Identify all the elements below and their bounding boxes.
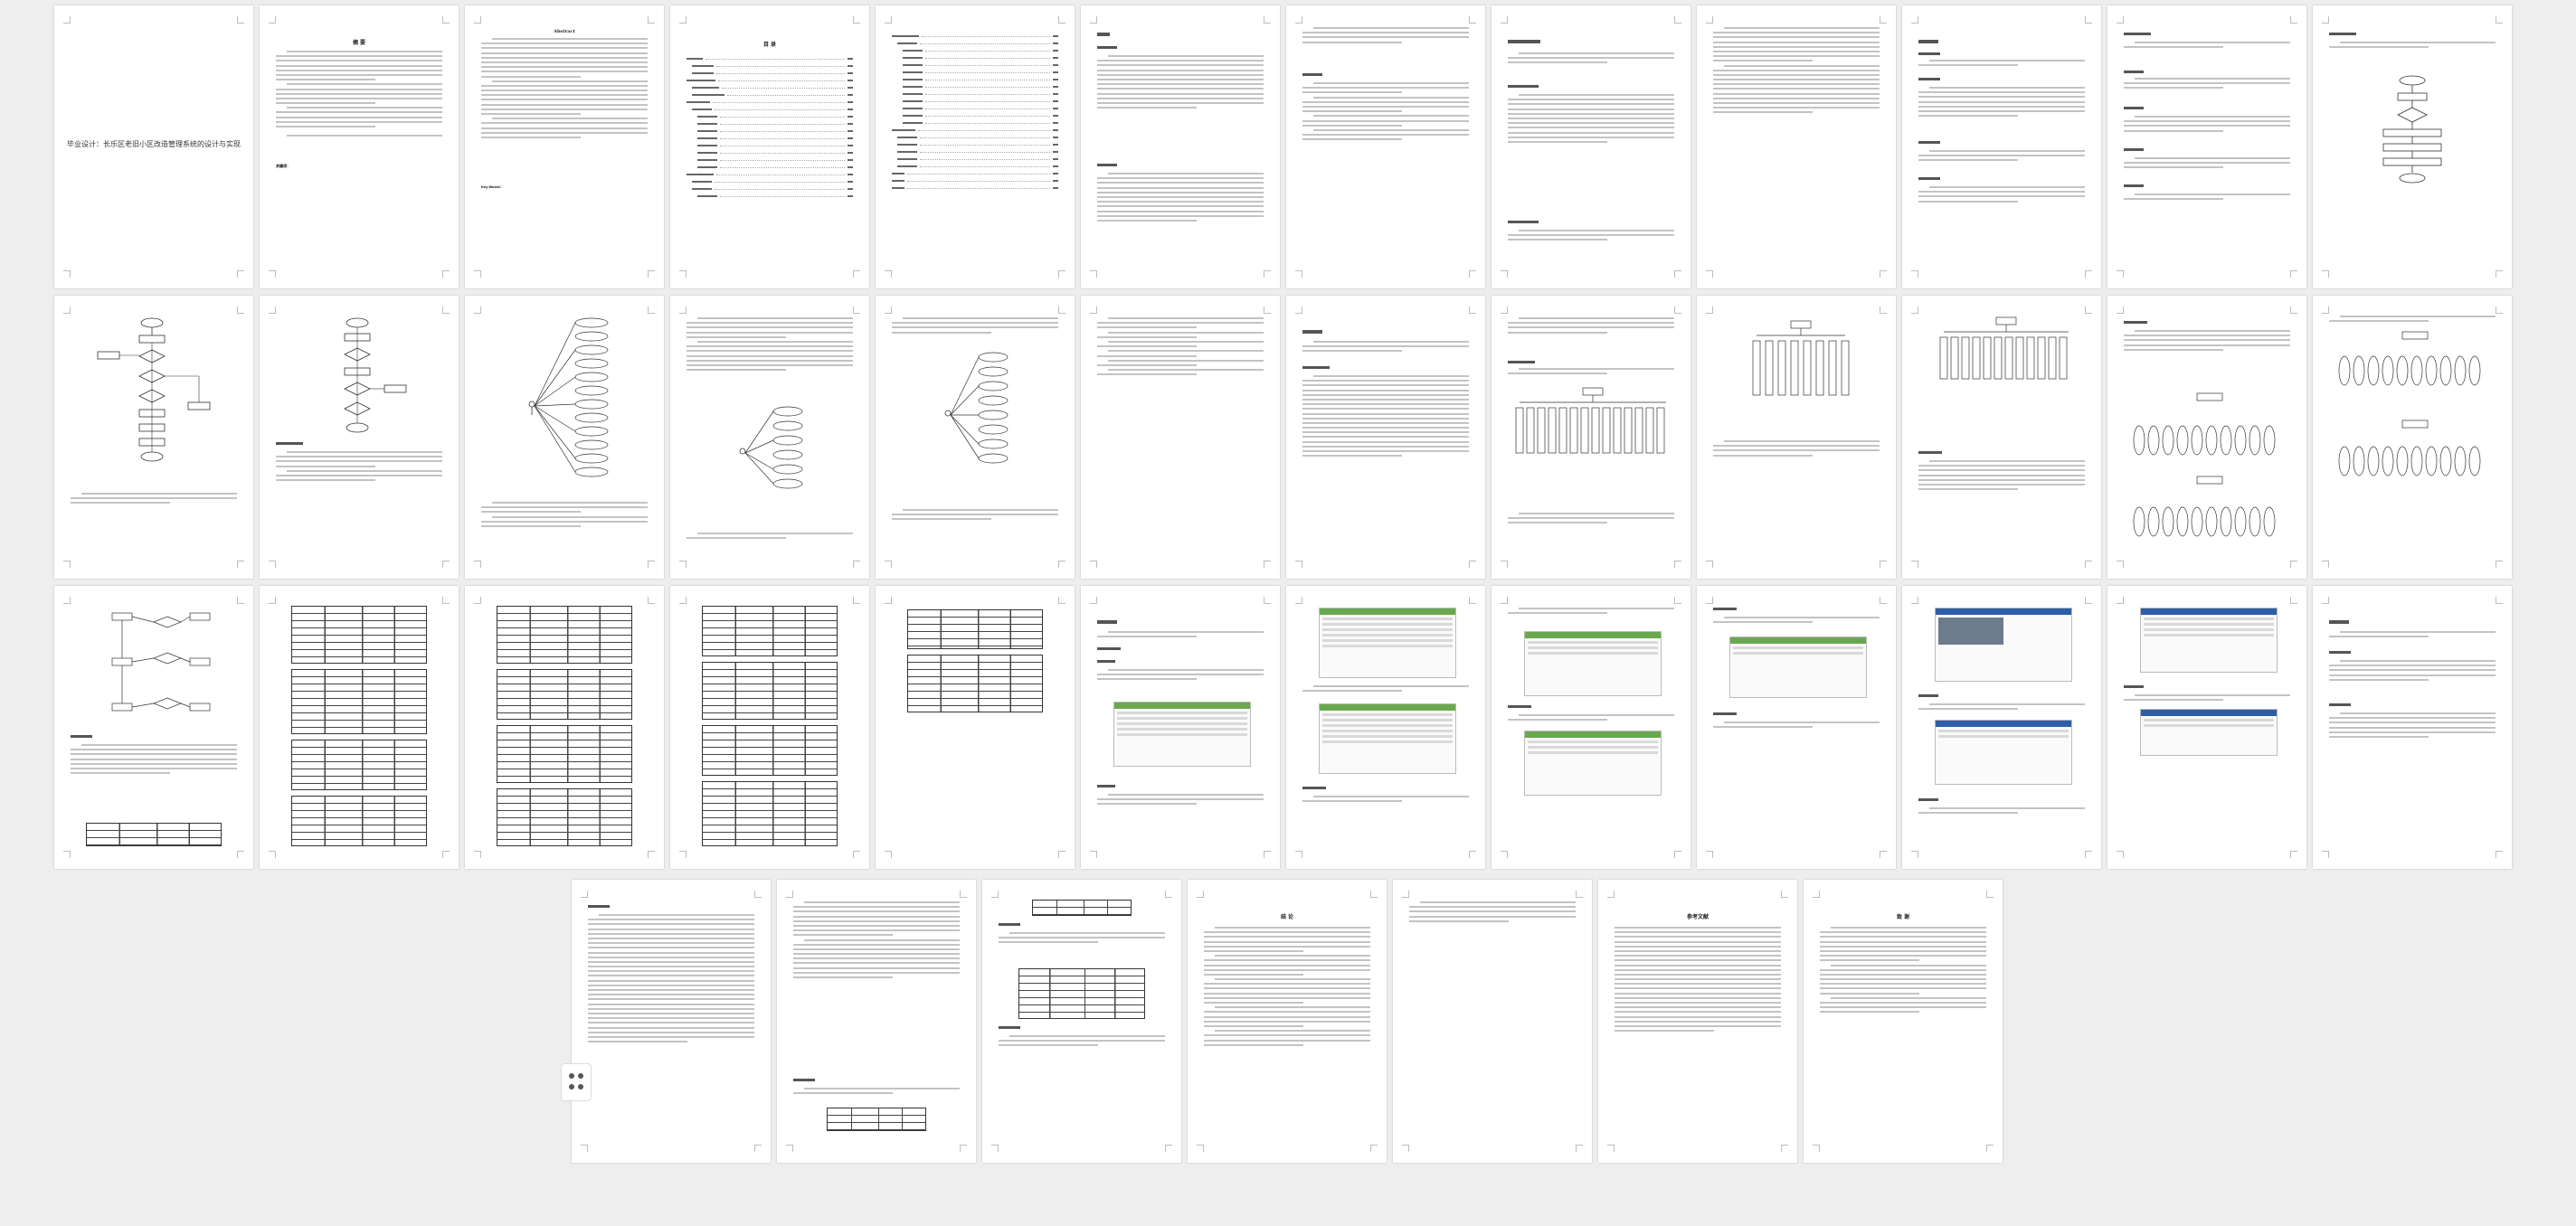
module-tree-figure — [1515, 387, 1666, 454]
page-thumbnail-3[interactable]: Abstract Key Words： — [465, 5, 664, 288]
thanks-title: 致 谢 — [1896, 914, 1910, 920]
page-thumbnail-21[interactable] — [1697, 296, 1896, 579]
er-relationship-figure — [111, 612, 211, 712]
page-thumbnail-27[interactable] — [465, 586, 664, 869]
page-thumbnail-12[interactable] — [2313, 5, 2512, 288]
flowchart-figure — [2382, 75, 2442, 184]
page-thumbnail-35[interactable] — [2107, 586, 2306, 869]
page-thumbnail-18[interactable] — [1081, 296, 1280, 579]
page-thumbnail-toc-1[interactable]: 目 录 — [670, 5, 869, 288]
references-title: 参考文献 — [1686, 914, 1709, 920]
page-thumbnail-23[interactable] — [2107, 296, 2306, 579]
screenshot-figure-2 — [1319, 608, 1456, 678]
page-thumbnail-38[interactable] — [777, 880, 976, 1163]
page-thumbnail-16[interactable] — [670, 296, 869, 579]
usecase-figure — [528, 317, 609, 477]
keywords-cn: 关键词： — [276, 164, 290, 168]
screenshot-figure-9 — [2140, 608, 2278, 673]
screenshot-figure — [1113, 702, 1251, 767]
page-thumbnail-36[interactable] — [2313, 586, 2512, 869]
screenshot-figure-6 — [1729, 637, 1867, 698]
screenshot-figure-8 — [1935, 720, 2072, 785]
page-thumbnail-17[interactable] — [876, 296, 1075, 579]
register-flowchart-figure — [344, 317, 407, 433]
page-thumbnail-8[interactable] — [1492, 5, 1690, 288]
page-thumbnail-10[interactable] — [1902, 5, 2101, 288]
page-thumbnail-29[interactable] — [876, 586, 1075, 869]
usecase-figure-2 — [739, 406, 803, 489]
page-thumbnail-39[interactable] — [982, 880, 1181, 1163]
page-thumbnail-15[interactable] — [465, 296, 664, 579]
screenshot-figure-4 — [1524, 631, 1662, 696]
page-thumbnail-11[interactable] — [2107, 5, 2306, 288]
page-thumbnail-13[interactable] — [54, 296, 253, 579]
page-thumbnail-40[interactable]: 结 论 — [1188, 880, 1387, 1163]
page-thumbnail-32[interactable] — [1492, 586, 1690, 869]
login-flowchart-figure — [97, 317, 211, 462]
page-thumbnail-43[interactable]: 致 谢 — [1804, 880, 2003, 1163]
screenshot-figure-3 — [1319, 703, 1456, 774]
er-diagram-figure — [2133, 392, 2276, 537]
page-thumbnail-toc-2[interactable] — [876, 5, 1075, 288]
page-thumbnail-7[interactable] — [1286, 5, 1485, 288]
page-thumbnail-42[interactable]: 参考文献 — [1598, 880, 1797, 1163]
page-thumbnail-22[interactable] — [1902, 296, 2101, 579]
page-thumbnail-20[interactable] — [1492, 296, 1690, 579]
abstract-cn-title: 摘 要 — [352, 40, 366, 46]
page-thumbnail-33[interactable] — [1697, 586, 1896, 869]
screenshot-figure-5 — [1524, 731, 1662, 796]
screenshot-figure-7 — [1935, 608, 2072, 682]
page-thumbnail-26[interactable] — [260, 586, 459, 869]
page-thumbnail-31[interactable] — [1286, 586, 1485, 869]
thumbnail-grid-last-row: 结 论 参考文献 致 谢 — [572, 880, 2003, 1163]
page-thumbnail-41[interactable] — [1393, 880, 1592, 1163]
abstract-en-title: Abstract — [554, 29, 575, 34]
module-tree-figure-3 — [1939, 316, 2069, 380]
usecase-figure-3 — [944, 352, 1009, 464]
page-thumbnail-28[interactable] — [670, 586, 869, 869]
page-thumbnail-34[interactable] — [1902, 586, 2101, 869]
page-thumbnail-1[interactable]: 毕业设计：长乐区老旧小区改造管理系统的设计与实现 — [54, 5, 253, 288]
keywords-en: Key Words： — [481, 184, 504, 189]
cover-title: 毕业设计：长乐区老旧小区改造管理系统的设计与实现 — [67, 140, 241, 148]
page-thumbnail-37[interactable] — [572, 880, 771, 1163]
page-thumbnail-19[interactable] — [1286, 296, 1485, 579]
page-thumbnail-30[interactable] — [1081, 586, 1280, 869]
summary-title: 结 论 — [1280, 914, 1294, 920]
page-thumbnail-14[interactable] — [260, 296, 459, 579]
page-thumbnail-2[interactable]: 摘 要 关键词： — [260, 5, 459, 288]
grid-dots-icon[interactable] — [561, 1063, 592, 1101]
toc-title: 目 录 — [762, 42, 777, 48]
page-thumbnail-25[interactable] — [54, 586, 253, 869]
screenshot-figure-10 — [2140, 709, 2278, 756]
page-thumbnail-6[interactable] — [1081, 5, 1280, 288]
er-diagram-figure-2 — [2338, 331, 2481, 476]
module-tree-figure-2 — [1752, 320, 1850, 396]
page-thumbnail-9[interactable] — [1697, 5, 1896, 288]
thumbnail-grid: 毕业设计：长乐区老旧小区改造管理系统的设计与实现 摘 要 关键词： Abstra… — [54, 5, 2512, 869]
page-thumbnail-24[interactable] — [2313, 296, 2512, 579]
